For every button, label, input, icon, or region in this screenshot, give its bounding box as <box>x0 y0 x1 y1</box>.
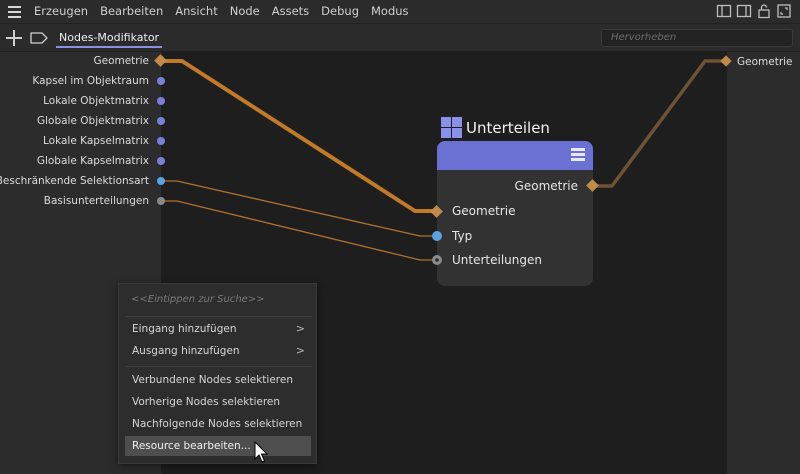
port-label-globale-objektmatrix: Globale Objektmatrix <box>36 115 149 127</box>
port-label-selektionsart: Beschränkende Selektionsart <box>0 175 149 187</box>
output-port-label-geometrie: Geometrie <box>737 56 793 68</box>
port-label-kapsel-objektraum: Kapsel im Objektraum <box>32 75 149 87</box>
highlight-search-input[interactable]: Hervorheben <box>601 29 793 47</box>
menu-item-vorherige-nodes[interactable]: Vorherige Nodes selektieren <box>125 392 311 412</box>
menu-item-ausgang-hinzufuegen[interactable]: Ausgang hinzufügen > <box>125 341 311 361</box>
node-title[interactable]: Unterteilen <box>441 117 550 138</box>
node-header[interactable] <box>437 141 593 170</box>
lock-icon[interactable] <box>756 3 772 19</box>
add-icon[interactable] <box>6 30 22 46</box>
menu-item-resource-bearbeiten[interactable]: Resource bearbeiten... <box>125 436 311 456</box>
layout-right-icon[interactable] <box>736 3 752 19</box>
tab-nodes-modifikator[interactable]: Nodes-Modifikator <box>56 29 163 48</box>
node-input-typ: Typ <box>452 229 473 243</box>
menu-item-label: Ausgang hinzufügen <box>132 345 240 357</box>
menu-separator <box>125 316 312 317</box>
wire-typ <box>161 180 437 237</box>
tag-icon[interactable] <box>30 32 48 44</box>
node-input-geometrie: Geometrie <box>452 204 516 218</box>
hamburger-menu-icon[interactable] <box>0 0 28 23</box>
menu-ansicht[interactable]: Ansicht <box>169 0 223 23</box>
mouse-cursor-icon <box>254 441 269 463</box>
menu-assets[interactable]: Assets <box>266 0 315 23</box>
unterteilen-node[interactable]: Geometrie Geometrie Typ Unterteilungen <box>437 141 593 286</box>
port-label-lokale-objektmatrix: Lokale Objektmatrix <box>43 95 149 107</box>
context-menu: <<Eintippen zur Suche>> Eingang hinzufüg… <box>118 283 317 464</box>
wire-unterteilungen <box>161 200 437 261</box>
submenu-arrow-icon: > <box>295 322 305 335</box>
menu-bearbeiten[interactable]: Bearbeiten <box>94 0 169 23</box>
menu-debug[interactable]: Debug <box>315 0 365 23</box>
menu-modus[interactable]: Modus <box>365 0 415 23</box>
expand-icon[interactable] <box>776 3 792 19</box>
wire-geometry <box>161 59 437 213</box>
layout-left-icon[interactable] <box>716 3 732 19</box>
port-label-basisunterteilungen: Basisunterteilungen <box>43 195 149 207</box>
menu-item-label: Eingang hinzufügen <box>132 323 237 335</box>
port-label-globale-kapselmatrix: Globale Kapselmatrix <box>36 155 149 167</box>
node-input-unterteilungen: Unterteilungen <box>452 253 542 267</box>
node-output-geometrie: Geometrie <box>514 179 578 193</box>
menu-item-eingang-hinzufuegen[interactable]: Eingang hinzufügen > <box>125 319 311 339</box>
node-grid-icon <box>441 117 462 138</box>
port-label-geometrie: Geometrie <box>93 55 149 67</box>
menu-item-verbundene-nodes[interactable]: Verbundene Nodes selektieren <box>125 370 311 390</box>
context-menu-search-hint[interactable]: <<Eintippen zur Suche>> <box>131 294 265 305</box>
tab-row: Nodes-Modifikator Hervorheben <box>0 23 800 51</box>
menu-item-nachfolgende-nodes[interactable]: Nachfolgende Nodes selektieren <box>125 414 311 434</box>
menu-erzeugen[interactable]: Erzeugen <box>28 0 94 23</box>
menu-separator <box>125 366 312 367</box>
output-ports-panel: Geometrie <box>727 52 800 474</box>
menu-bar: Erzeugen Bearbeiten Ansicht Node Assets … <box>0 0 800 23</box>
port-label-lokale-kapselmatrix: Lokale Kapselmatrix <box>42 135 149 147</box>
node-menu-icon[interactable] <box>571 148 585 162</box>
node-title-text: Unterteilen <box>466 118 550 137</box>
wire-output <box>593 59 727 188</box>
submenu-arrow-icon: > <box>295 344 305 357</box>
menu-node[interactable]: Node <box>224 0 266 23</box>
